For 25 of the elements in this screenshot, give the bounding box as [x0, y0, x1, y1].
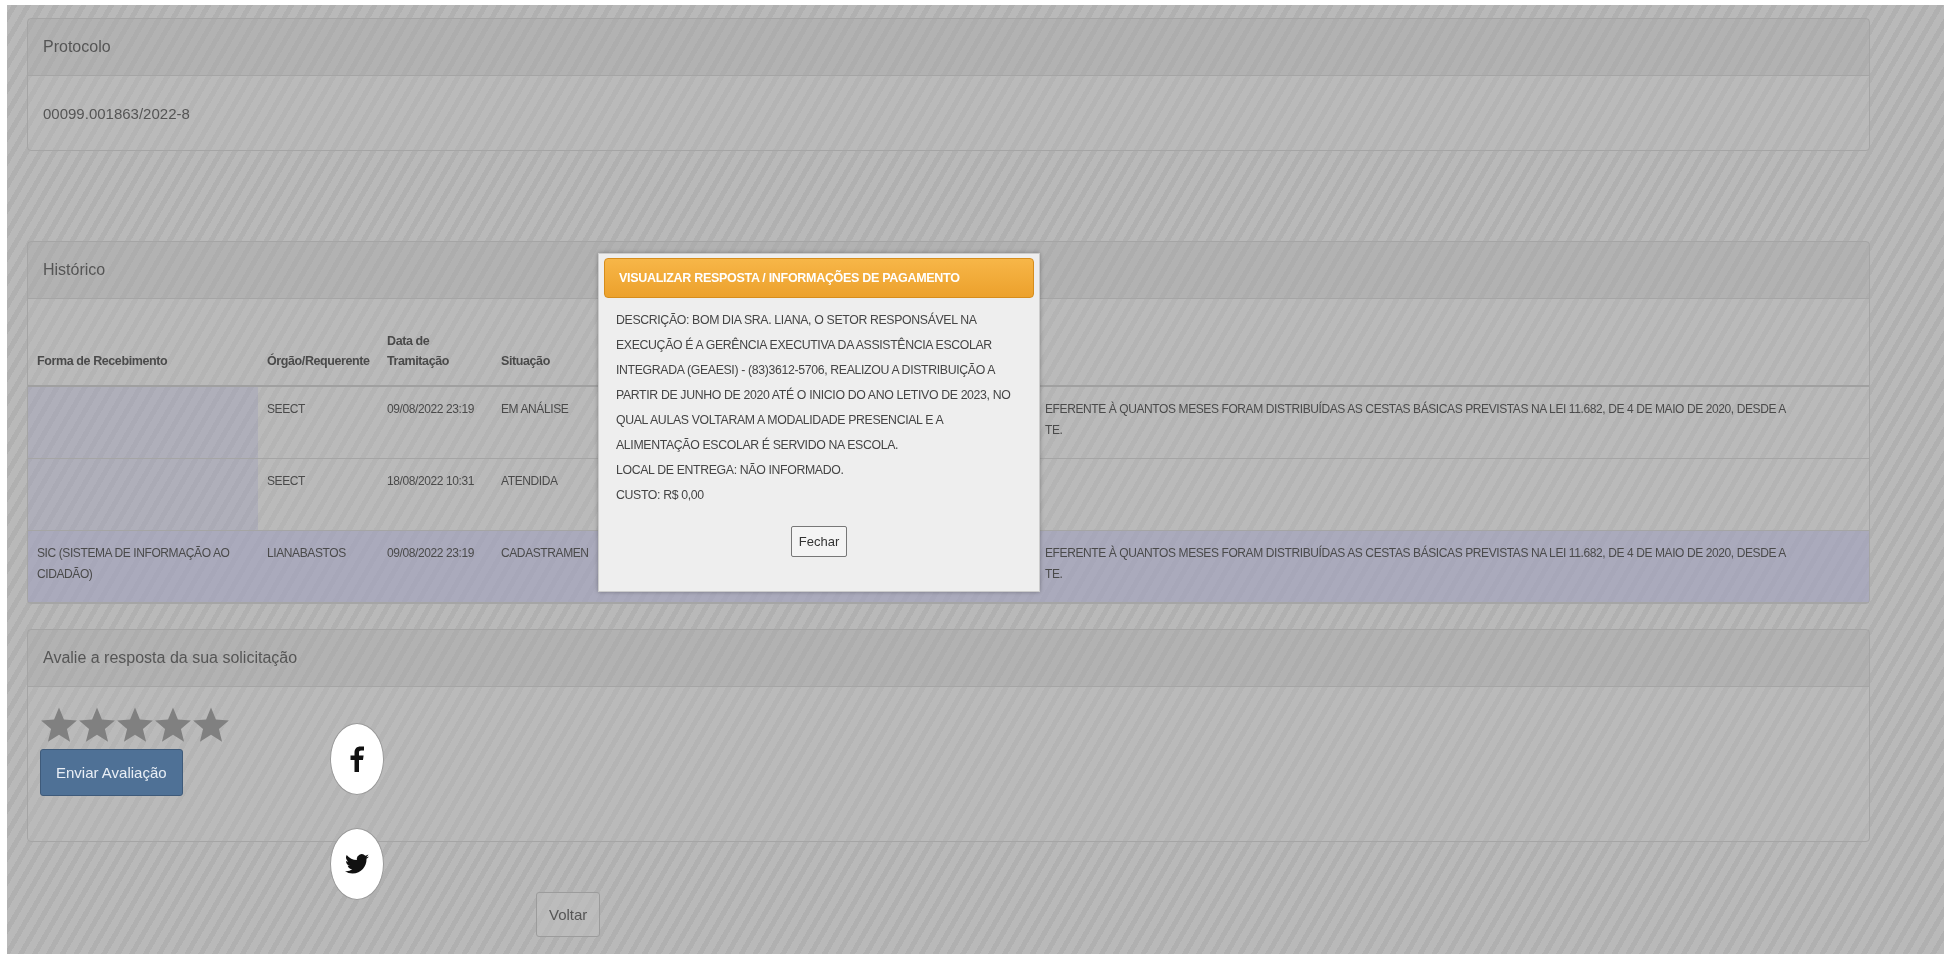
close-button[interactable]: Fechar [790, 526, 848, 557]
description-text: TE. [1045, 422, 1064, 439]
protocol-number: 00099.001863/2022-8 [43, 104, 190, 122]
submit-rating-button[interactable]: Enviar Avaliação [40, 749, 183, 796]
dialog-title: VISUALIZAR RESPOSTA / INFORMAÇÕES DE PAGAMENTO [619, 271, 960, 285]
panel-title: Protocolo [43, 38, 111, 56]
table-cell: 18/08/2022 10:31 [378, 459, 492, 531]
description-text: EFERENTE À QUANTOS MESES FORAM DISTRIBUÍDAS AS CESTAS BÁSICAS PREVISTAS NA LEI 11.682, DE 4 DE MAIO DE 2020, DESDE A [1045, 544, 1787, 562]
table-cell: 09/08/2022 23:19 [378, 387, 492, 459]
back-button[interactable]: Voltar [536, 892, 601, 937]
column-header: Forma de Recebimento [37, 353, 168, 370]
table-cell: LIANABASTOS [258, 531, 378, 603]
table-cell: SEECT [258, 459, 378, 531]
column-header: Situação [501, 353, 550, 370]
response-text: LOCAL DE ENTREGA: NÃO INFORMADO. [616, 462, 845, 479]
panel-title: Avalie a resposta da sua solicitação [43, 649, 298, 667]
response-text: CUSTO: R$ 0,00 [616, 487, 705, 504]
table-cell: 09/08/2022 23:19 [378, 531, 492, 603]
table-cell: SIC (SISTEMA DE INFORMAÇÃO AO CIDADÃO) [28, 531, 258, 603]
panel-title: Histórico [43, 261, 106, 279]
description-text: TE. [1045, 566, 1064, 583]
table-cell: SEECT [258, 387, 378, 459]
column-header: Data de Tramitação [387, 333, 450, 370]
description-text: EFERENTE À QUANTOS MESES FORAM DISTRIBUÍDAS AS CESTAS BÁSICAS PREVISTAS NA LEI 11.682, DE 4 DE MAIO DE 2020, DESDE A [1045, 400, 1787, 418]
column-header: Órgão/Requerente [267, 352, 370, 370]
